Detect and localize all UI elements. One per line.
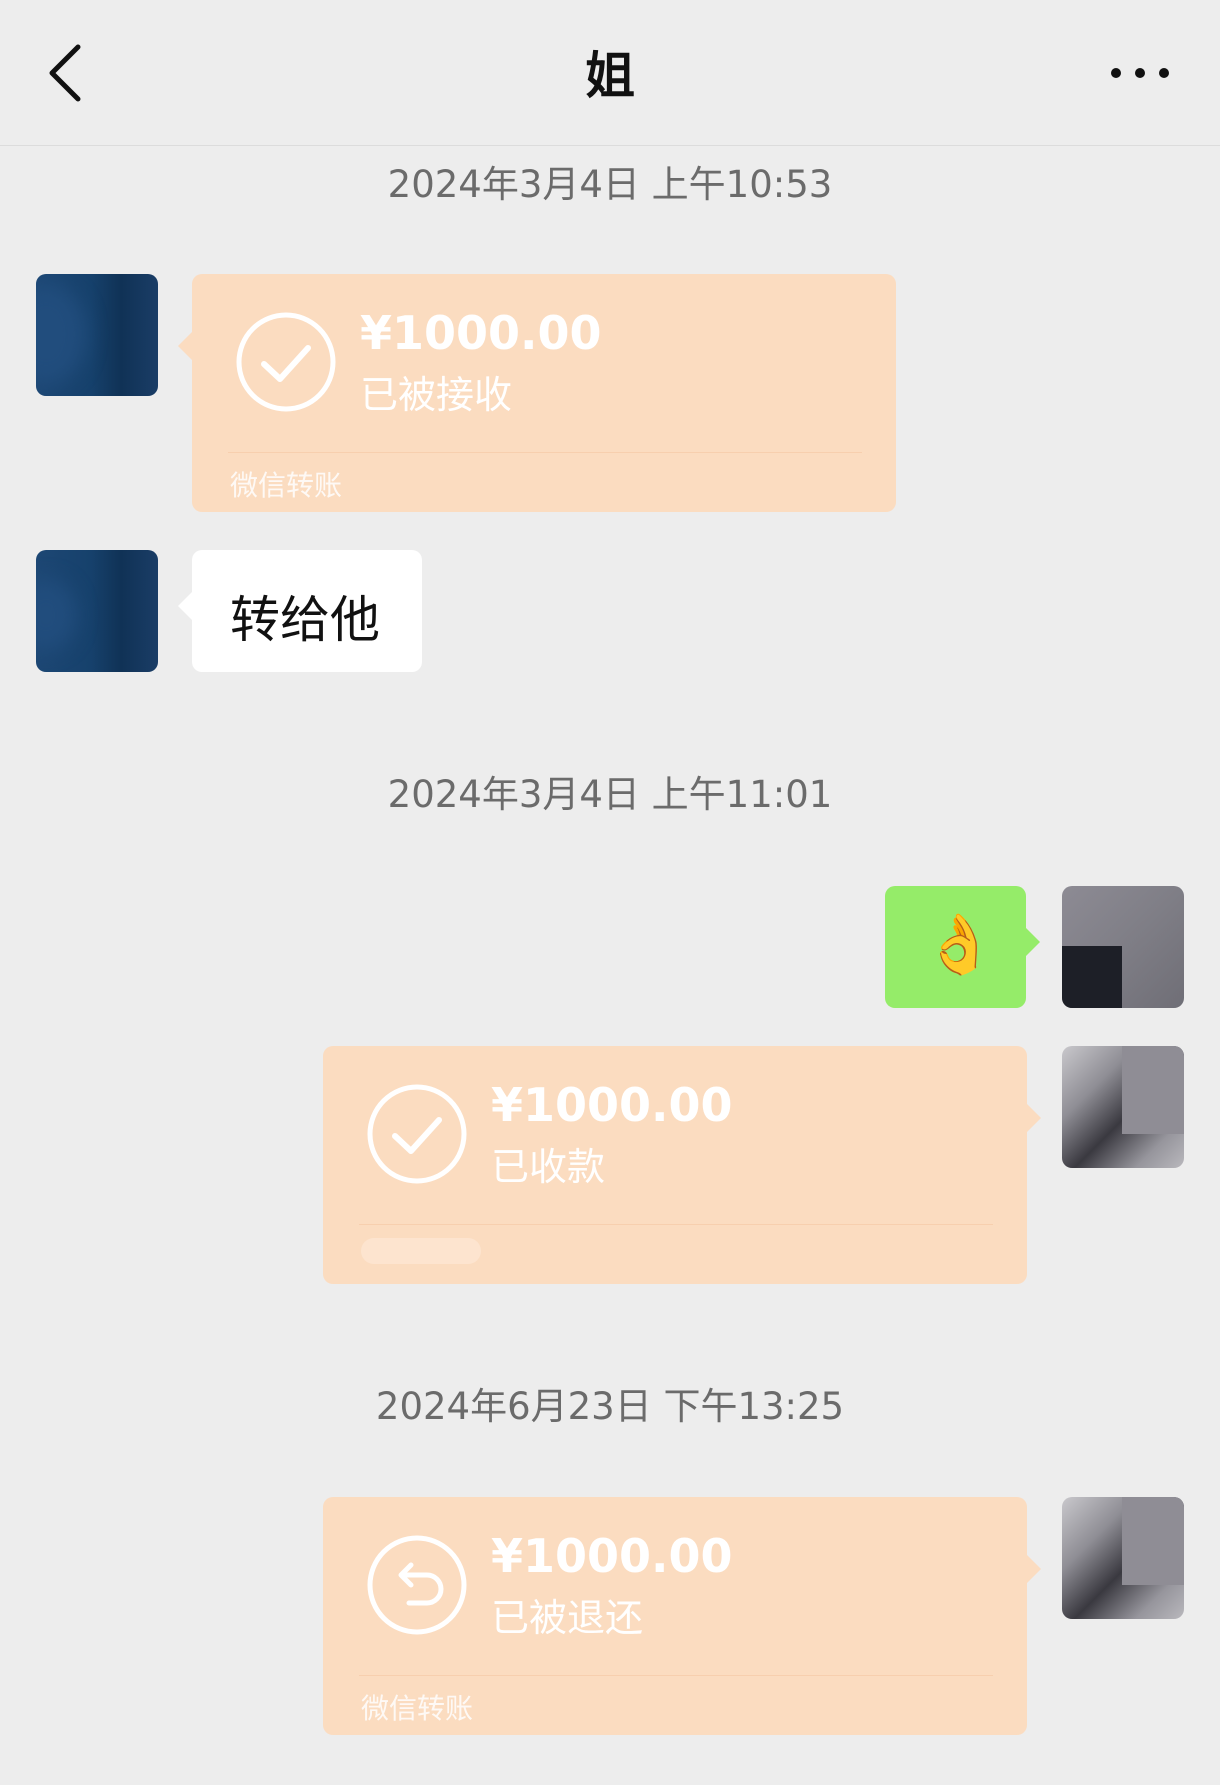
bubble-tail [1027,1555,1041,1583]
transfer-status: 已被接收 [360,373,513,417]
transfer-label: 微信转账 [361,1692,474,1725]
bubble-tail [178,332,192,360]
check-circle-icon [236,312,336,412]
my-avatar[interactable] [1062,886,1184,1008]
transfer-divider [359,1675,993,1676]
transfer-divider [228,452,862,453]
transfer-amount: ¥1000.00 [360,306,602,360]
contact-avatar[interactable] [36,274,158,396]
avatar-blur [36,284,86,384]
return-arrow-icon [367,1535,467,1635]
bubble-tail [178,592,192,620]
transfer-status: 已收款 [491,1145,606,1189]
transfer-amount: ¥1000.00 [491,1078,733,1132]
bubble-tail [1027,1104,1041,1132]
bubble-tail [1026,928,1040,956]
message-timestamp: 2024年6月23日 下午13:25 [375,1385,845,1428]
ok-hand-emoji: 👌 [923,910,996,978]
chat-title-wrap: 姐 [0,36,1220,108]
avatar-shade [1122,1046,1184,1134]
transfer-status: 已被退还 [491,1596,644,1640]
transfer-amount: ¥1000.00 [491,1529,733,1583]
avatar-shade [1122,1497,1184,1585]
message-text: 转给他 [230,591,380,649]
transfer-divider [359,1224,993,1225]
my-avatar[interactable] [1062,1497,1184,1619]
chevron-left-icon [49,44,81,102]
transfer-bubble[interactable]: ¥1000.00 已收款 [323,1046,1041,1284]
transfer-label: 微信转账 [230,469,343,502]
transfer-label-obscured [361,1238,481,1264]
transfer-bubble[interactable]: ¥1000.00 已被退还 微信转账 [323,1497,1041,1735]
check-circle-icon [367,1084,467,1184]
more-options-button[interactable] [1100,45,1180,101]
chat-title: 姐 [585,47,635,105]
emoji-bubble[interactable]: 👌 [885,886,1040,1008]
message-timestamp: 2024年3月4日 上午10:53 [387,163,833,206]
top-bar: 姐 [0,0,1220,146]
my-avatar[interactable] [1062,1046,1184,1168]
avatar-shade [1062,946,1122,1008]
transfer-bubble[interactable]: ¥1000.00 已被接收 微信转账 [178,274,896,512]
contact-avatar[interactable] [36,550,158,672]
avatar-blur [36,580,76,650]
text-bubble[interactable]: 转给他 [178,550,422,672]
ellipsis-icon [1111,68,1169,78]
message-timestamp: 2024年3月4日 上午11:01 [387,773,833,816]
back-button[interactable] [40,35,100,111]
